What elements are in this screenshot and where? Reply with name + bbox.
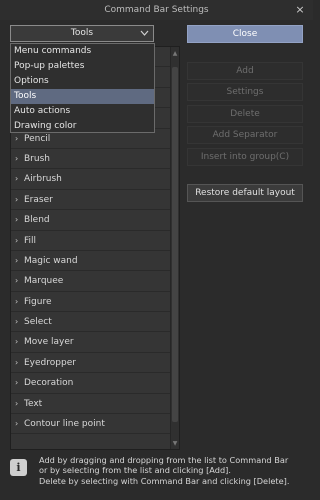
tool-list-item-label: Eraser xyxy=(24,194,53,205)
tool-list-item[interactable]: › Figure xyxy=(11,292,179,313)
add-separator-button[interactable]: Add Separator xyxy=(187,126,303,144)
tool-list-item-label: Fill xyxy=(24,235,37,246)
window-close-icon[interactable]: × xyxy=(293,0,307,20)
menu-option[interactable]: Tools xyxy=(11,89,154,104)
tool-list-item[interactable]: › Airbrush xyxy=(11,169,179,190)
tool-list-scrollbar[interactable]: ▲ ▼ xyxy=(170,47,179,449)
info-text: Add by dragging and dropping from the li… xyxy=(39,455,309,486)
window-title: Command Bar Settings xyxy=(104,5,209,15)
tool-list-item[interactable]: › Decoration xyxy=(11,373,179,394)
add-button[interactable]: Add xyxy=(187,62,303,80)
chevron-right-icon[interactable]: › xyxy=(15,414,24,433)
scroll-up-icon[interactable]: ▲ xyxy=(171,50,179,57)
chevron-right-icon[interactable]: › xyxy=(15,251,24,270)
menu-option[interactable]: Drawing color xyxy=(11,119,154,134)
tool-list-item-label: Contour line point xyxy=(24,419,105,430)
chevron-right-icon[interactable]: › xyxy=(15,190,24,209)
tool-list-item[interactable]: › Eraser xyxy=(11,190,179,211)
info-icon: i xyxy=(10,459,27,476)
menu-option[interactable]: Auto actions xyxy=(11,104,154,119)
chevron-right-icon[interactable]: › xyxy=(15,353,24,372)
tool-list-item-label: Eyedropper xyxy=(24,357,76,368)
tool-list-item[interactable]: › Move layer xyxy=(11,332,179,353)
tool-list-item-label: Figure xyxy=(24,296,52,307)
tool-list-item[interactable]: › Fill xyxy=(11,231,179,251)
info-line-2: or by selecting from the list and clicki… xyxy=(39,465,231,476)
close-button[interactable]: Close xyxy=(187,25,303,43)
tool-list-item-label: Decoration xyxy=(24,378,74,389)
category-dropdown-menu: Menu commands Pop-up palettes Options Tools… xyxy=(10,43,155,133)
tool-list-item-label: Brush xyxy=(24,153,50,164)
menu-option[interactable]: Options xyxy=(11,74,154,89)
menu-option[interactable]: Menu commands xyxy=(11,44,154,59)
chevron-right-icon[interactable]: › xyxy=(15,292,24,311)
tool-list-item-label: Select xyxy=(24,317,52,328)
settings-button[interactable]: Settings xyxy=(187,83,303,101)
tool-list-item-label: Pencil xyxy=(24,133,51,144)
chevron-right-icon[interactable]: › xyxy=(15,373,24,392)
menu-option[interactable]: Pop-up palettes xyxy=(11,59,154,74)
window-titlebar: Command Bar Settings × xyxy=(0,0,313,20)
insert-into-group-button[interactable]: Insert into group(C) xyxy=(187,148,303,166)
tool-list-item[interactable]: › Eyedropper xyxy=(11,353,179,374)
chevron-right-icon[interactable]: › xyxy=(15,332,24,351)
chevron-right-icon[interactable]: › xyxy=(15,210,24,229)
delete-button[interactable]: Delete xyxy=(187,105,303,123)
tool-list-item-label: Text xyxy=(24,398,43,409)
scroll-down-icon[interactable]: ▼ xyxy=(171,440,179,447)
tool-list-item[interactable]: › Select xyxy=(11,312,179,333)
scrollbar-thumb[interactable] xyxy=(172,67,178,422)
restore-default-layout-button[interactable]: Restore default layout xyxy=(187,184,303,202)
chevron-right-icon[interactable]: › xyxy=(15,271,24,290)
chevron-right-icon[interactable]: › xyxy=(15,312,24,331)
chevron-right-icon[interactable]: › xyxy=(15,394,24,413)
chevron-down-icon xyxy=(139,26,149,41)
info-panel: i Add by dragging and dropping from the … xyxy=(10,455,310,497)
tool-list-item-label: Blend xyxy=(24,215,50,226)
tool-list-item[interactable]: › Magic wand xyxy=(11,251,179,272)
chevron-right-icon[interactable]: › xyxy=(15,149,24,168)
tool-list-item-label: Marquee xyxy=(24,276,64,287)
tool-list-item[interactable]: › Brush xyxy=(11,149,179,170)
tool-list-item-label: Magic wand xyxy=(24,255,78,266)
category-dropdown-value: Tools xyxy=(70,28,94,38)
tool-list-item-label: Move layer xyxy=(24,337,74,348)
info-line-1: Add by dragging and dropping from the li… xyxy=(39,455,289,465)
tool-list-item[interactable]: › Blend xyxy=(11,210,179,231)
tool-list-item[interactable]: › Marquee xyxy=(11,271,179,292)
chevron-right-icon[interactable]: › xyxy=(15,231,24,250)
chevron-right-icon[interactable]: › xyxy=(15,169,24,188)
tool-list-item[interactable]: › Contour line point xyxy=(11,414,179,435)
category-dropdown[interactable]: Tools xyxy=(10,25,154,42)
tool-list-item-label: Airbrush xyxy=(24,174,62,185)
info-line-3: Delete by selecting with Command Bar and… xyxy=(39,475,290,486)
tool-list-item[interactable]: › Text xyxy=(11,394,179,415)
